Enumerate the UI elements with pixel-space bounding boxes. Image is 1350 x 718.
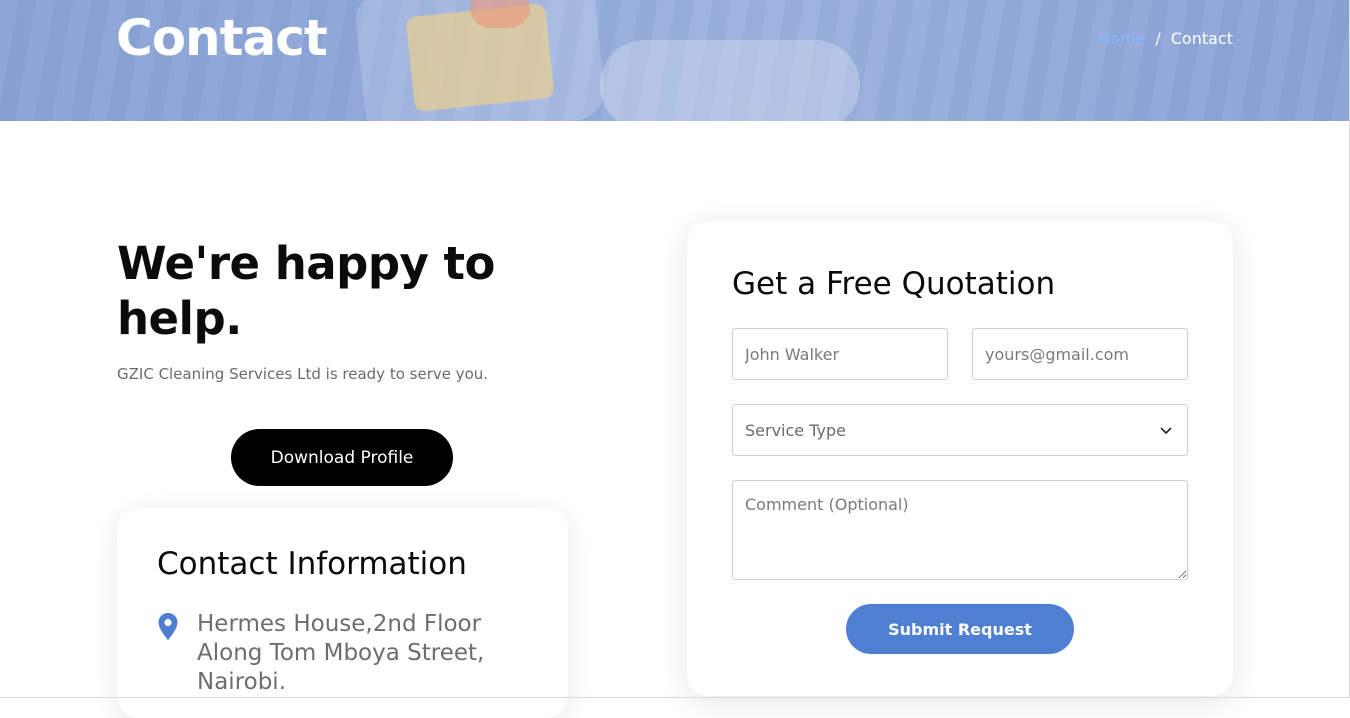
breadcrumb-current: Contact [1170, 29, 1233, 48]
name-input[interactable] [732, 328, 948, 380]
service-type-select[interactable]: Service Type [732, 404, 1188, 456]
address-line-3: Nairobi. [197, 669, 287, 695]
breadcrumb: Home / Contact [1098, 29, 1233, 48]
chevron-down-icon [1160, 427, 1172, 434]
email-input[interactable] [972, 328, 1188, 380]
address-block: Hermes House,2nd Floor Along Tom Mboya S… [157, 610, 484, 697]
breadcrumb-separator: / [1155, 29, 1161, 48]
hero-subtitle: GZIC Cleaning Services Ltd is ready to s… [117, 365, 489, 383]
quotation-form-card: Get a Free Quotation Service Type Submit… [687, 221, 1233, 696]
address-text: Hermes House,2nd Floor Along Tom Mboya S… [197, 610, 484, 697]
comment-textarea[interactable] [732, 480, 1188, 580]
location-pin-icon [158, 613, 178, 640]
download-profile-button[interactable]: Download Profile [231, 429, 453, 486]
banner-image-foam [600, 40, 860, 121]
contact-information-card: Contact Information Hermes House,2nd Flo… [117, 508, 568, 718]
banner-image-hand [470, 0, 530, 28]
service-type-value: Service Type [745, 420, 846, 440]
page-title: Contact [116, 9, 328, 67]
contact-information-title: Contact Information [157, 546, 467, 582]
page-banner: Contact Home / Contact [0, 0, 1350, 121]
address-line-2: Along Tom Mboya Street, [197, 640, 485, 666]
hero-heading: We're happy to help. [117, 237, 495, 345]
address-line-1: Hermes House,2nd Floor [197, 611, 482, 637]
quotation-form-title: Get a Free Quotation [732, 266, 1056, 302]
breadcrumb-home-link[interactable]: Home [1098, 29, 1145, 48]
submit-request-button[interactable]: Submit Request [846, 604, 1074, 654]
